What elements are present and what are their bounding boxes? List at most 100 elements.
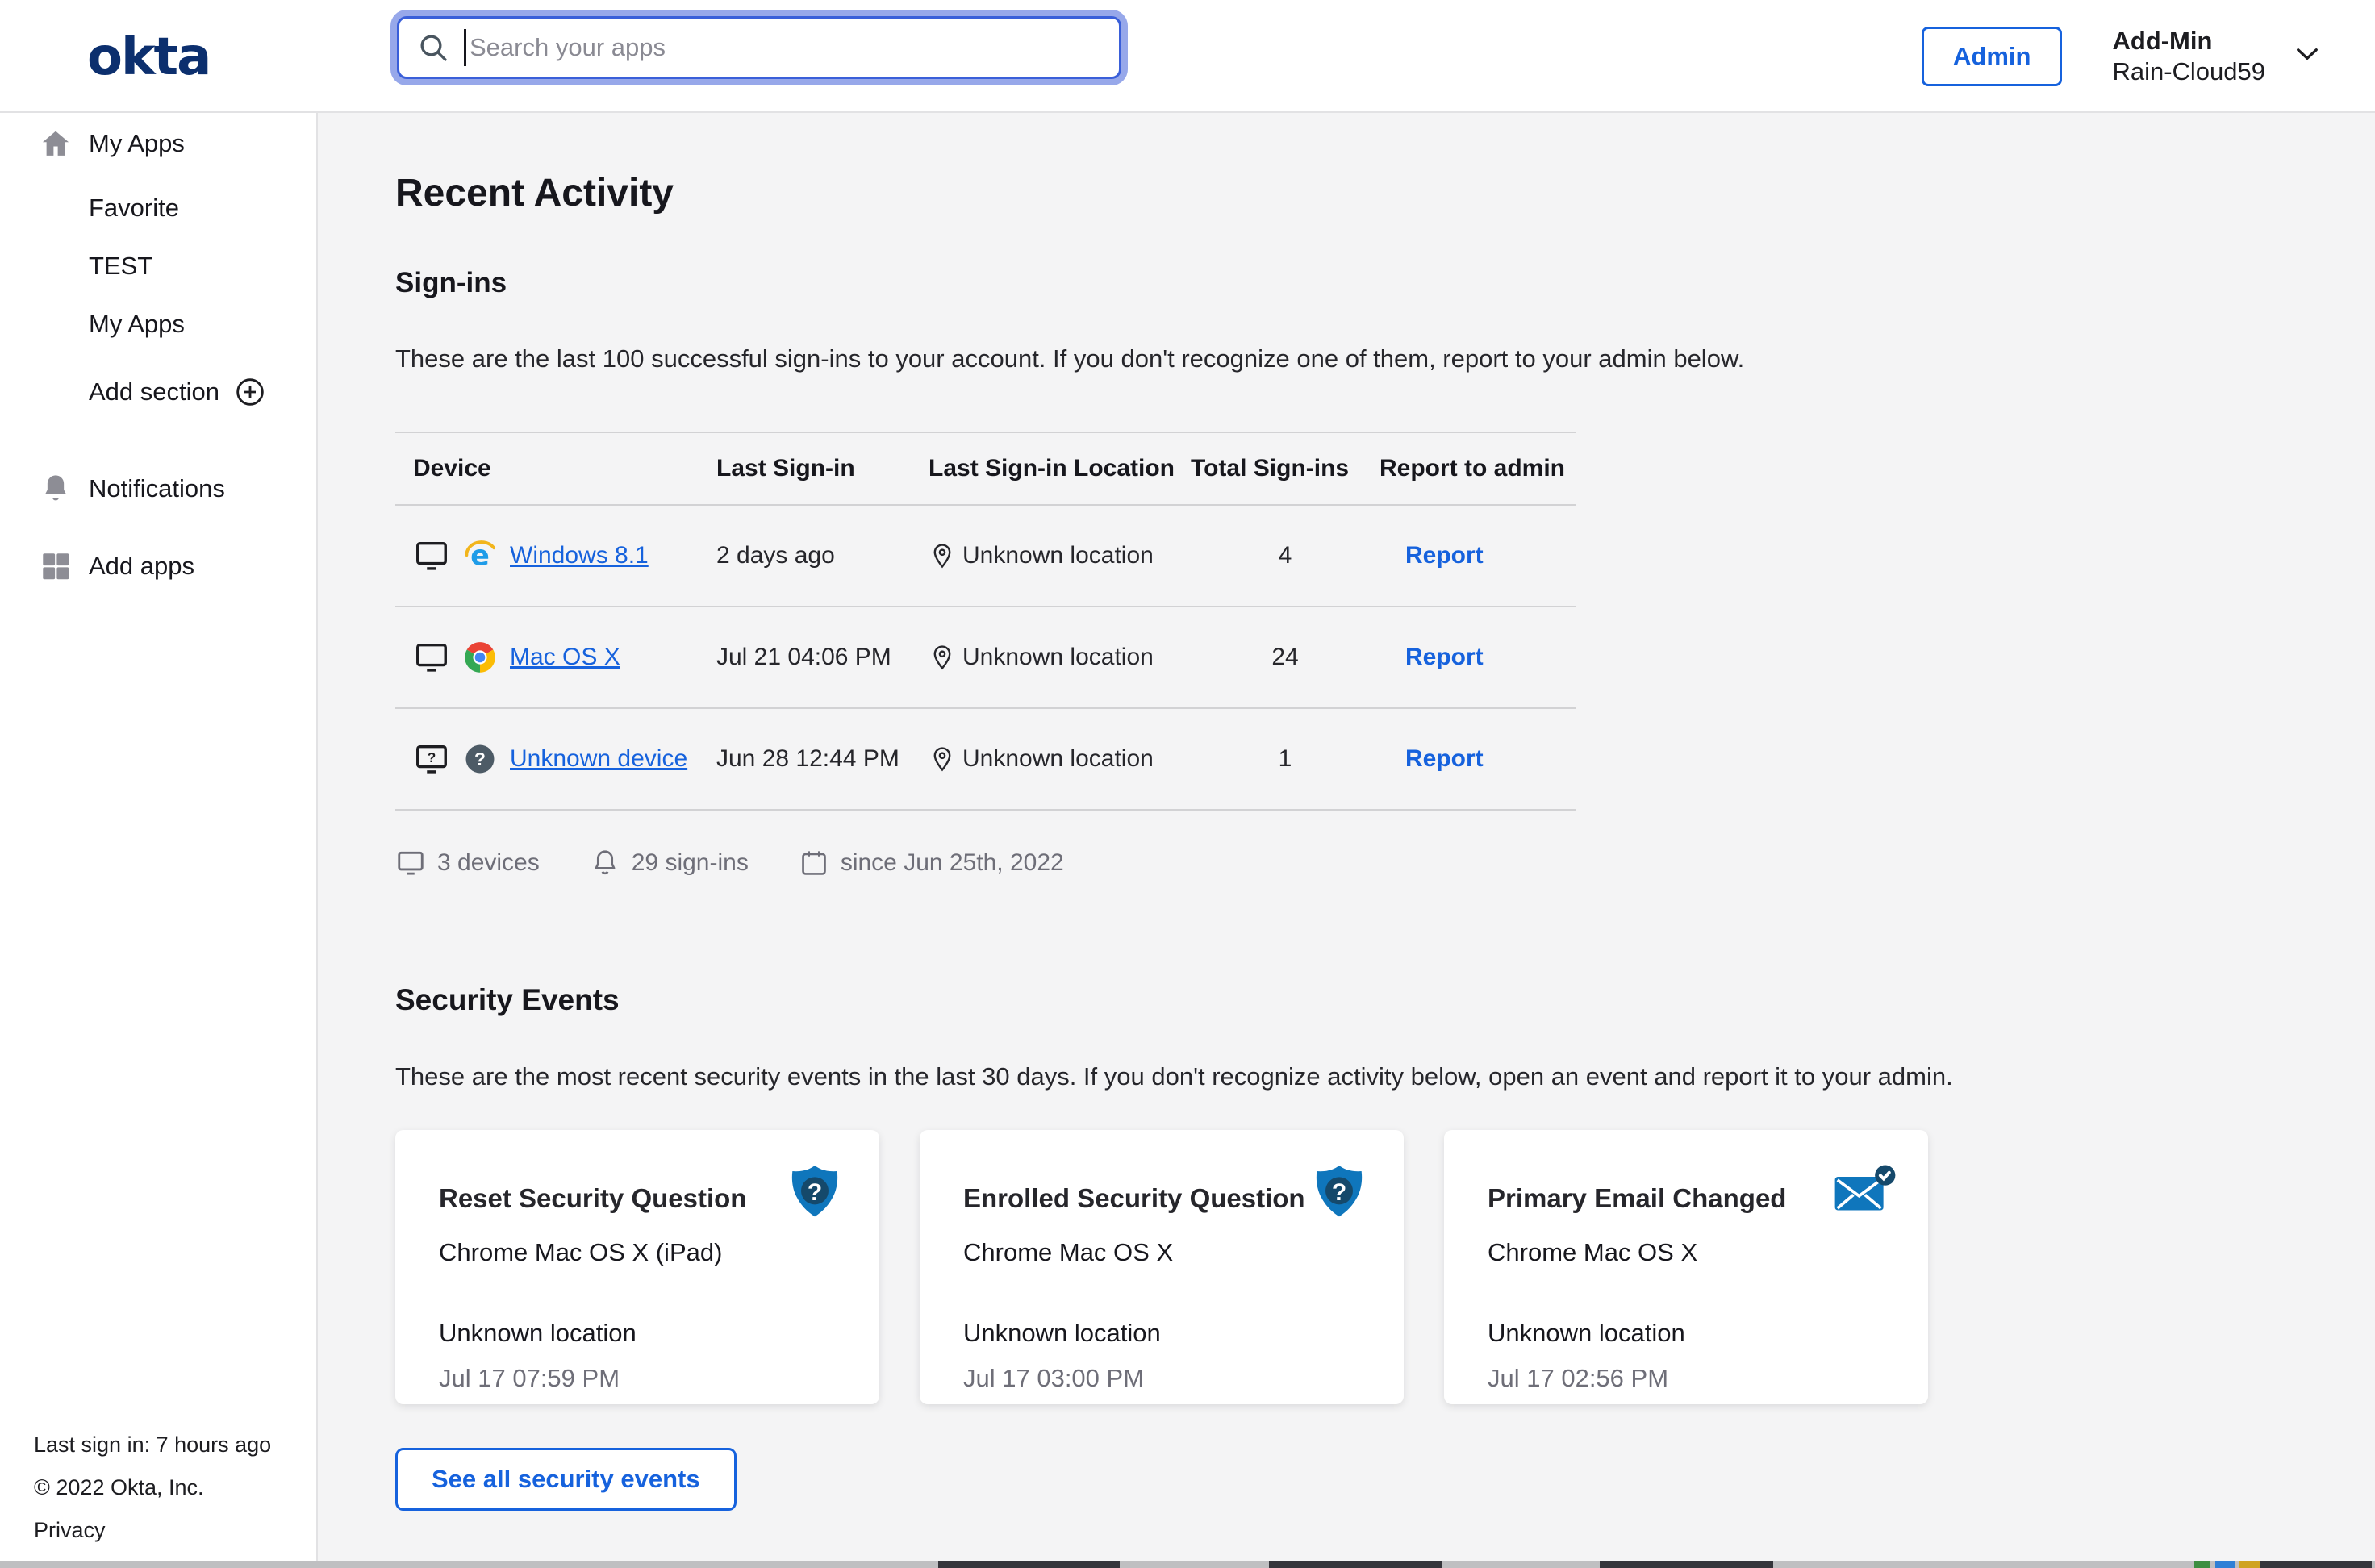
bell-icon xyxy=(39,472,73,506)
question-circle-icon: ? xyxy=(463,742,497,776)
sidebar-item-favorite[interactable]: Favorite xyxy=(0,190,316,226)
svg-text:?: ? xyxy=(428,749,436,765)
user-menu[interactable]: Add-Min Rain-Cloud59 xyxy=(2112,26,2322,87)
event-time: Jul 17 07:59 PM xyxy=(439,1364,836,1393)
sidebar-item-add-apps[interactable]: Add apps xyxy=(0,548,316,584)
top-header: okta Admin Add-Min Rain-Cloud59 xyxy=(0,0,2375,113)
report-link[interactable]: Report xyxy=(1405,745,1484,772)
event-time: Jul 17 02:56 PM xyxy=(1488,1364,1885,1393)
total-sign-ins-cell: 1 xyxy=(1191,708,1380,810)
summary-since: since Jun 25th, 2022 xyxy=(799,848,1064,878)
summary-sign-ins: 29 sign-ins xyxy=(590,848,749,878)
mail-check-icon xyxy=(1831,1161,1896,1225)
sidebar-item-test[interactable]: TEST xyxy=(0,248,316,284)
location-pin-icon xyxy=(929,644,956,671)
privacy-link[interactable]: Privacy xyxy=(34,1509,271,1552)
security-events-heading: Security Events xyxy=(395,983,2375,1017)
col-header-total: Total Sign-ins xyxy=(1191,432,1380,505)
event-title: Reset Security Question xyxy=(439,1183,786,1214)
sidebar-item-label: My Apps xyxy=(89,129,185,158)
app-search-box[interactable] xyxy=(397,16,1121,79)
monitor-icon xyxy=(413,537,450,574)
main-content: Recent Activity Sign-ins These are the l… xyxy=(319,113,2375,1568)
user-org: Rain-Cloud59 xyxy=(2112,56,2265,87)
admin-button[interactable]: Admin xyxy=(1922,27,2062,86)
device-link[interactable]: Windows 8.1 xyxy=(510,542,649,569)
sidebar: My Apps Favorite TEST My Apps Add sectio… xyxy=(0,113,318,1568)
chevron-down-icon[interactable] xyxy=(2293,40,2322,69)
report-link[interactable]: Report xyxy=(1405,644,1484,670)
sidebar-item-my-apps-2[interactable]: My Apps xyxy=(0,307,316,342)
sidebar-item-my-apps[interactable]: My Apps xyxy=(0,126,316,161)
location-pin-icon xyxy=(929,542,956,569)
chrome-icon xyxy=(463,640,497,674)
event-title: Enrolled Security Question xyxy=(963,1183,1310,1214)
total-sign-ins-cell: 4 xyxy=(1191,505,1380,607)
event-location: Unknown location xyxy=(963,1319,1360,1348)
report-link[interactable]: Report xyxy=(1405,542,1484,569)
search-icon xyxy=(417,31,449,64)
internet-explorer-icon: e xyxy=(463,539,497,573)
sidebar-item-label: Favorite xyxy=(89,194,179,223)
table-row: Mac OS X Jul 21 04:06 PM Unknown locatio… xyxy=(395,607,1576,708)
sidebar-item-add-section[interactable]: Add section xyxy=(0,374,316,410)
summary-sign-ins-label: 29 sign-ins xyxy=(632,849,749,877)
plus-circle-icon xyxy=(234,376,266,408)
last-sign-in-text: Last sign in: 7 hours ago xyxy=(34,1424,271,1466)
security-event-card[interactable]: Enrolled Security Question ? Chrome Mac … xyxy=(920,1130,1404,1404)
table-row: ? ? Unknown device Jun 28 12:44 PM Unkno… xyxy=(395,708,1576,810)
event-title: Primary Email Changed xyxy=(1488,1183,1834,1214)
monitor-icon xyxy=(395,848,426,878)
svg-text:?: ? xyxy=(474,749,486,769)
last-sign-in-cell: Jun 28 12:44 PM xyxy=(716,708,929,810)
header-right: Admin Add-Min Rain-Cloud59 xyxy=(1922,0,2322,113)
total-sign-ins-cell: 24 xyxy=(1191,607,1380,708)
event-device: Chrome Mac OS X xyxy=(963,1238,1360,1267)
search-input[interactable] xyxy=(470,33,1101,62)
col-header-report: Report to admin xyxy=(1380,432,1576,505)
cutoff-text-fragment xyxy=(2259,1561,2372,1568)
security-event-card[interactable]: Primary Email Changed Chrome Mac OS X Un… xyxy=(1444,1130,1928,1404)
user-identity: Add-Min Rain-Cloud59 xyxy=(2112,26,2265,87)
cutoff-content-strip xyxy=(0,1561,2375,1568)
sign-ins-description: These are the last 100 successful sign-i… xyxy=(395,344,2375,373)
see-all-security-events-button[interactable]: See all security events xyxy=(395,1448,737,1511)
user-name: Add-Min xyxy=(2112,26,2265,56)
shield-question-icon: ? xyxy=(783,1161,847,1225)
sign-ins-summary: 3 devices 29 sign-ins since Jun 25th, 20… xyxy=(395,848,2375,878)
event-time: Jul 17 03:00 PM xyxy=(963,1364,1360,1393)
copyright-text: © 2022 Okta, Inc. xyxy=(34,1466,271,1509)
table-header-row: Device Last Sign-in Last Sign-in Locatio… xyxy=(395,432,1576,505)
sidebar-item-label: Add section xyxy=(89,377,219,407)
event-location: Unknown location xyxy=(439,1319,836,1348)
cutoff-icon-fragment xyxy=(2239,1561,2260,1568)
svg-text:?: ? xyxy=(808,1179,822,1206)
sidebar-item-label: Add apps xyxy=(89,552,194,581)
col-header-device: Device xyxy=(395,432,716,505)
svg-text:?: ? xyxy=(1332,1179,1346,1206)
page-title: Recent Activity xyxy=(395,171,2375,215)
device-link[interactable]: Unknown device xyxy=(510,745,687,773)
sidebar-item-label: Notifications xyxy=(89,474,225,503)
text-caret xyxy=(464,29,466,66)
event-location: Unknown location xyxy=(1488,1319,1885,1348)
sidebar-item-notifications[interactable]: Notifications xyxy=(0,471,316,507)
cutoff-icon-fragment xyxy=(2215,1561,2235,1568)
cutoff-text-fragment xyxy=(938,1561,1120,1568)
summary-devices: 3 devices xyxy=(395,848,540,878)
cutoff-icon-fragment xyxy=(2194,1561,2210,1568)
device-link[interactable]: Mac OS X xyxy=(510,644,620,671)
monitor-icon xyxy=(413,639,450,676)
security-event-card[interactable]: Reset Security Question ? Chrome Mac OS … xyxy=(395,1130,879,1404)
col-header-location: Last Sign-in Location xyxy=(929,432,1191,505)
okta-logo[interactable]: okta xyxy=(87,27,210,87)
last-sign-in-cell: 2 days ago xyxy=(716,505,929,607)
sign-ins-heading: Sign-ins xyxy=(395,267,2375,299)
bell-icon xyxy=(590,848,620,878)
summary-since-label: since Jun 25th, 2022 xyxy=(841,849,1064,877)
home-icon xyxy=(39,127,73,161)
event-device: Chrome Mac OS X xyxy=(1488,1238,1885,1267)
location-cell: Unknown location xyxy=(962,542,1154,569)
security-events-description: These are the most recent security event… xyxy=(395,1062,2375,1091)
grid-icon xyxy=(39,549,73,583)
